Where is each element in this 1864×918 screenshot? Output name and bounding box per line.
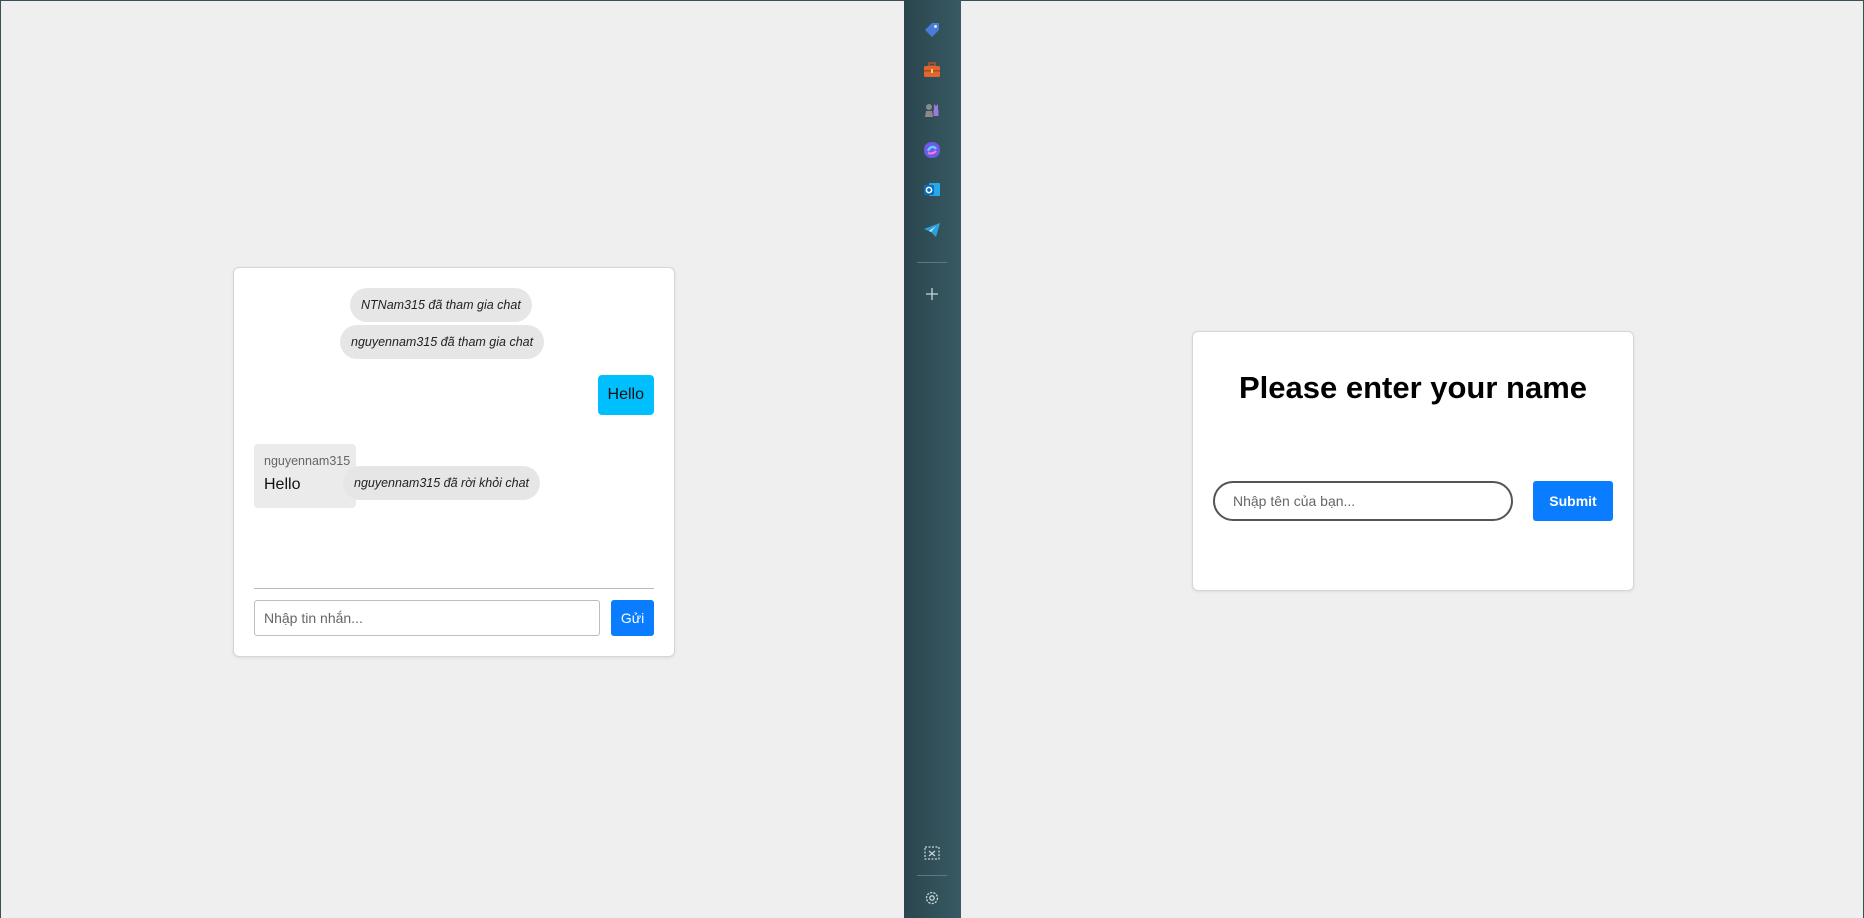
plus-icon[interactable] [922,284,942,304]
settings-icon[interactable] [922,888,942,908]
submit-button[interactable]: Submit [1533,481,1613,521]
message-sender: nguyennam315 [264,454,351,468]
system-message: nguyennam315 đã rời khỏi chat [343,466,541,500]
send-button[interactable]: Gửi [611,600,654,636]
outlook-icon[interactable] [922,180,942,200]
briefcase-icon[interactable] [922,60,942,80]
right-browser-pane: Please enter your name Submit [961,1,1863,918]
left-browser-pane: NTNam315 đã tham gia chat nguyennam315 đ… [1,1,904,918]
chess-icon[interactable] [922,100,942,120]
browser-sidebar [904,0,961,918]
system-message: NTNam315 đã tham gia chat [350,288,532,322]
telegram-icon[interactable] [922,220,942,240]
system-message: nguyennam315 đã tham gia chat [340,325,545,359]
page-title: Please enter your name [1238,370,1588,405]
copilot-icon[interactable] [922,140,942,160]
sidebar-separator [917,262,947,263]
screenshot-icon[interactable] [922,843,942,863]
message-text: Hello [264,476,301,493]
tag-icon[interactable] [922,20,942,40]
name-card: Please enter your name Submit [1192,331,1634,591]
name-input[interactable] [1213,481,1513,521]
received-message: nguyennam315 Hello [254,444,356,508]
sent-message: Hello [597,375,654,415]
message-list: NTNam315 đã tham gia chat nguyennam315 đ… [254,288,654,554]
chat-card: NTNam315 đã tham gia chat nguyennam315 đ… [233,267,675,657]
message-input[interactable] [254,600,600,636]
divider [254,588,654,589]
sidebar-separator [917,875,947,876]
